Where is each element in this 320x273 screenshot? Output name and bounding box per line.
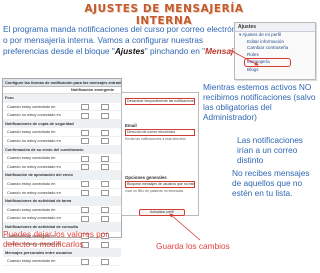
arrow-to-messaging — [229, 49, 259, 66]
note-default-values: Puedes dejar los valores por defecto o m… — [3, 229, 109, 249]
note-save-changes: Guarda los cambios — [156, 241, 230, 251]
note-other-email: Las notificaciones irían a un correo dis… — [237, 135, 303, 165]
note-block-non-contacts: No recibes mensajes de aquellos que no e… — [232, 168, 310, 198]
note-active-status: Mientras estemos activos NO recibimos no… — [203, 82, 316, 122]
arrow-to-save — [169, 213, 201, 241]
